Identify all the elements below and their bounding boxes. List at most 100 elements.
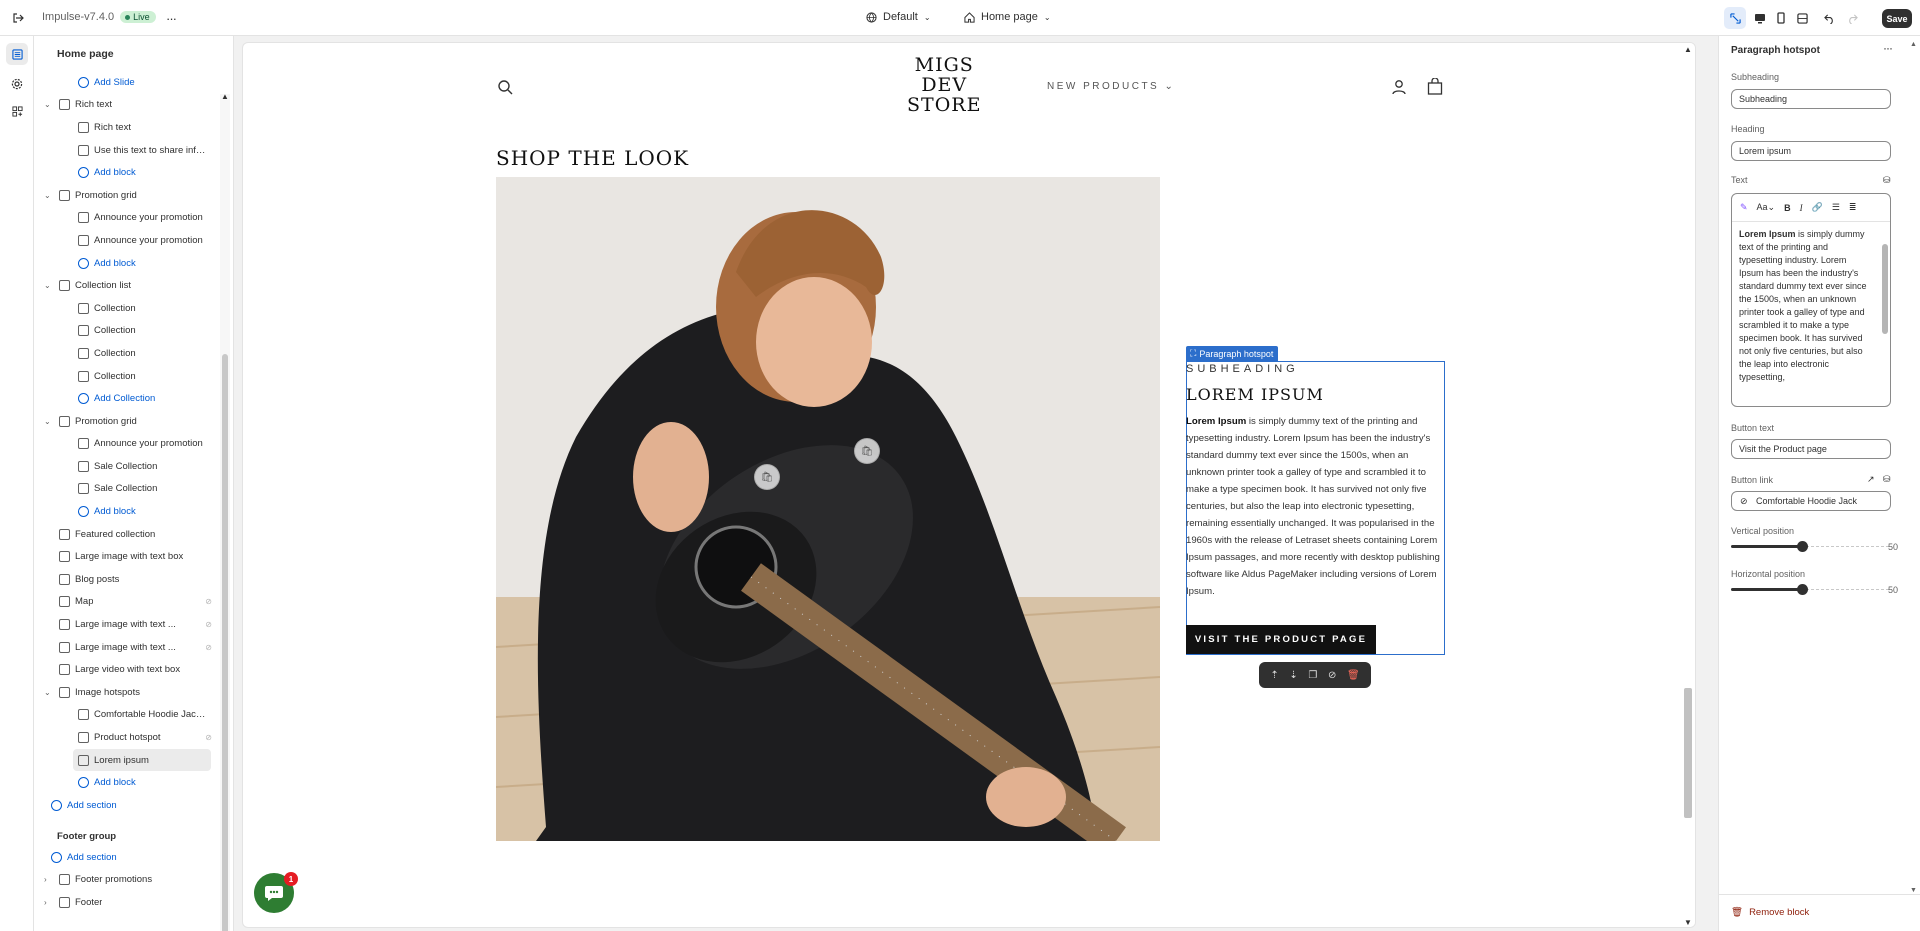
chevron-down-icon[interactable]: ⌄	[44, 281, 51, 290]
sidebar-block[interactable]: Announce your promotion	[34, 207, 220, 230]
chevron-down-icon[interactable]: ⌄	[44, 417, 51, 426]
dynamic-source-icon[interactable]: ⛁	[1883, 474, 1891, 485]
search-icon[interactable]	[497, 79, 513, 98]
hidden-eye-icon[interactable]: ⊘	[205, 620, 212, 629]
sidebar-section[interactable]: Large image with text box	[34, 545, 220, 568]
redo-icon[interactable]	[1841, 7, 1863, 29]
button-link-field[interactable]: ⊘ Comfortable Hoodie Jack	[1731, 491, 1891, 511]
save-button[interactable]: Save	[1882, 9, 1912, 28]
slider-handle[interactable]	[1797, 541, 1808, 552]
sidebar-section[interactable]: ⌄ Promotion grid	[34, 410, 220, 433]
sidebar-section[interactable]: Large image with text ... ⊘	[34, 613, 220, 636]
ai-generate-icon[interactable]: ✎	[1740, 202, 1748, 213]
locale-selector[interactable]: Default ⌄	[866, 11, 931, 23]
sidebar-block[interactable]: Collection	[34, 320, 220, 343]
add-item-button[interactable]: Add block	[34, 161, 220, 184]
add-section-button[interactable]: Add section	[34, 846, 220, 869]
sidebar-block[interactable]: Sale Collection	[34, 455, 220, 478]
scroll-down-icon[interactable]: ▼	[1684, 918, 1692, 927]
remove-block-button[interactable]: 🗑 Remove block	[1731, 907, 1809, 918]
sidebar-block[interactable]: Collection	[34, 365, 220, 388]
app-embeds-icon[interactable]	[6, 100, 28, 122]
cart-icon[interactable]	[1427, 77, 1443, 98]
add-item-button[interactable]: Add block	[34, 500, 220, 523]
hidden-eye-icon[interactable]: ⊘	[205, 643, 212, 652]
sidebar-block[interactable]: Comfortable Hoodie Jack...	[34, 704, 220, 727]
undo-icon[interactable]	[1818, 7, 1840, 29]
numbered-list-icon[interactable]: ≣	[1849, 202, 1857, 213]
sidebar-block[interactable]: Announce your promotion	[34, 229, 220, 252]
sidebar-scrollbar[interactable]: ▲	[220, 92, 230, 931]
chevron-down-icon[interactable]: ⌄	[44, 191, 51, 200]
bullet-list-icon[interactable]: ☰	[1832, 202, 1840, 213]
nav-new-products[interactable]: NEW PRODUCTS ⌄	[1047, 81, 1175, 92]
chevron-right-icon[interactable]: ›	[44, 898, 47, 907]
sidebar-block[interactable]: Collection	[34, 297, 220, 320]
hidden-eye-icon[interactable]: ⊘	[205, 597, 212, 606]
sidebar-section[interactable]: Large image with text ... ⊘	[34, 636, 220, 659]
hotspot-marker[interactable]: 🛍	[754, 464, 780, 490]
sidebar-scroll-thumb[interactable]	[222, 354, 228, 931]
delete-icon[interactable]: 🗑	[1347, 670, 1360, 681]
desktop-view-icon[interactable]	[1749, 7, 1771, 29]
bold-icon[interactable]: B	[1784, 203, 1791, 213]
sidebar-section[interactable]: › Footer	[34, 891, 220, 914]
button-text-field[interactable]: Visit the Product page	[1731, 439, 1891, 459]
link-icon[interactable]: 🔗	[1812, 202, 1823, 213]
rte-content[interactable]: Lorem Ipsum is simply dummy text of the …	[1732, 222, 1890, 384]
sections-icon[interactable]	[6, 43, 28, 65]
font-style-icon[interactable]: Aa⌄	[1757, 202, 1776, 213]
account-icon[interactable]	[1391, 79, 1407, 98]
store-logo[interactable]: MIGS DEV STORE	[907, 55, 981, 115]
exit-icon[interactable]	[7, 7, 29, 29]
sidebar-block[interactable]: Use this text to share info...	[34, 139, 220, 162]
text-editor[interactable]: ✎ Aa⌄ B I 🔗 ☰ ≣ Lorem Ipsum is simply du…	[1731, 193, 1891, 407]
rte-scrollbar[interactable]	[1882, 228, 1888, 403]
add-item-button[interactable]: Add block	[34, 252, 220, 275]
more-actions-icon[interactable]: ···	[160, 7, 182, 29]
slider-handle[interactable]	[1797, 584, 1808, 595]
add-item-button[interactable]: Add block	[34, 771, 220, 794]
heading-field[interactable]: Lorem ipsum	[1731, 141, 1891, 161]
sidebar-block[interactable]: Lorem ipsum	[73, 748, 211, 772]
sidebar-section[interactable]: Blog posts	[34, 568, 220, 591]
hide-icon[interactable]: ⊘	[1328, 670, 1336, 681]
add-item-button[interactable]: Add Slide	[34, 71, 220, 94]
duplicate-icon[interactable]: ❐	[1308, 670, 1317, 681]
chevron-down-icon[interactable]: ⌄	[44, 100, 51, 109]
visit-product-button[interactable]: VISIT THE PRODUCT PAGE	[1186, 625, 1376, 654]
move-up-icon[interactable]: ⇡	[1270, 670, 1278, 681]
italic-icon[interactable]: I	[1800, 203, 1803, 213]
page-selector[interactable]: Home page ⌄	[964, 11, 1051, 23]
sidebar-section[interactable]: Map ⊘	[34, 591, 220, 614]
canvas-scroll-thumb[interactable]	[1684, 688, 1692, 818]
sidebar-section[interactable]: ⌄ Collection list	[34, 274, 220, 297]
sidebar-section[interactable]: ⌄ Promotion grid	[34, 184, 220, 207]
mobile-view-icon[interactable]	[1770, 7, 1792, 29]
dynamic-source-icon[interactable]: ⛁	[1883, 175, 1891, 186]
external-link-icon[interactable]: ↗	[1867, 474, 1875, 485]
scroll-up-icon[interactable]: ▲	[1684, 45, 1692, 54]
horizontal-position-slider[interactable]	[1731, 584, 1891, 595]
sidebar-section[interactable]: Large video with text box	[34, 658, 220, 681]
canvas-scrollbar[interactable]: ▲ ▼	[1681, 43, 1695, 927]
scroll-up-icon[interactable]: ▲	[1910, 41, 1917, 48]
scroll-up-icon[interactable]: ▲	[221, 92, 229, 101]
theme-settings-icon[interactable]	[6, 73, 28, 95]
settings-scrollbar[interactable]: ▲ ▼	[1908, 36, 1920, 896]
sidebar-block[interactable]: Product hotspot ⊘	[34, 726, 220, 749]
sidebar-block[interactable]: Collection	[34, 342, 220, 365]
sidebar-section[interactable]: ⌄ Image hotspots	[34, 681, 220, 704]
add-item-button[interactable]: Add Collection	[34, 387, 220, 410]
hidden-eye-icon[interactable]: ⊘	[205, 733, 212, 742]
chevron-right-icon[interactable]: ›	[44, 875, 47, 884]
sidebar-block[interactable]: Sale Collection	[34, 478, 220, 501]
more-options-icon[interactable]: ···	[1883, 41, 1893, 55]
inspector-icon[interactable]	[1724, 7, 1746, 29]
sidebar-block[interactable]: Announce your promotion	[34, 433, 220, 456]
add-item-button[interactable]: Add section	[34, 794, 220, 817]
sidebar-section[interactable]: Featured collection	[34, 523, 220, 546]
move-down-icon[interactable]: ⇣	[1289, 670, 1297, 681]
vertical-position-slider[interactable]	[1731, 541, 1891, 552]
scroll-down-icon[interactable]: ▼	[1910, 887, 1917, 894]
